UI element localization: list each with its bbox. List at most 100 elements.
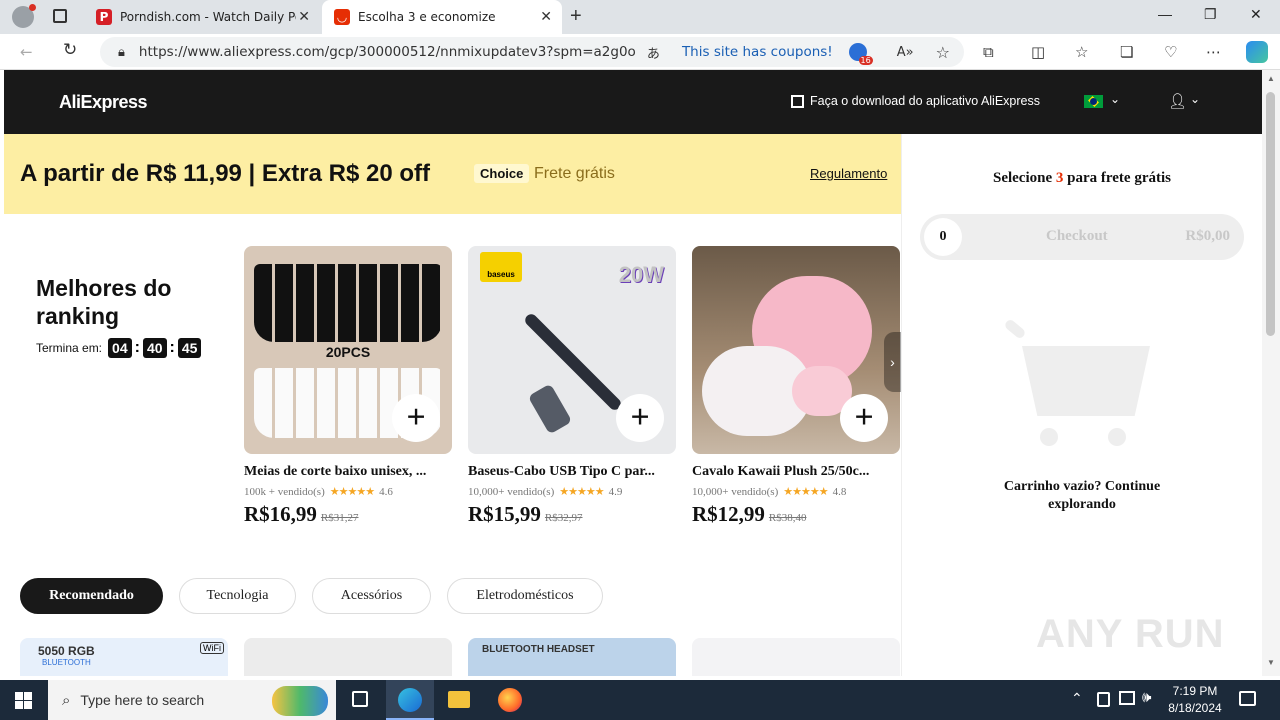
profile-icon[interactable] [12,4,36,28]
windows-start-icon[interactable] [15,692,32,709]
price: R$12,99 [692,502,765,526]
product-image[interactable]: + [692,246,900,454]
banner-headline: A partir de R$ 11,99 | Extra R$ 20 off [20,160,430,187]
scroll-up-icon[interactable]: ▲ [1267,74,1275,83]
copilot-icon[interactable] [1246,41,1268,63]
minimize-icon[interactable]: — [1158,6,1172,22]
tab-recomendado[interactable]: Recomendado [20,578,163,614]
notifications-icon[interactable] [1239,691,1256,706]
rating-stars-icon: ★★★★★ [559,486,604,498]
empty-cart-icon [1003,318,1154,454]
ranking-title: Melhores do ranking [36,275,172,329]
product-image[interactable]: 20PCS + [244,246,452,454]
product-image-label: 20PCS [325,344,371,360]
qr-icon [791,95,804,108]
product-title[interactable]: Meias de corte baixo unisex, ... [244,464,452,480]
tab-aliexpress[interactable]: ◡ Escolha 3 e economize ✕ [322,0,562,34]
time: 7:19 PM [1172,684,1218,698]
back-icon[interactable]: ← [20,43,33,61]
close-tab-icon[interactable]: ✕ [540,9,552,25]
user-icon[interactable]: 👤︎ [1168,92,1187,110]
coupon-icon[interactable]: 16 [848,43,873,65]
favorites-icon[interactable]: ☆ [1075,43,1088,61]
tab-acessorios[interactable]: Acessórios [312,578,431,614]
old-price: R$32,97 [544,512,583,524]
checkout-button[interactable]: Checkout [1046,228,1108,245]
chevron-down-icon[interactable]: ⌄ [1190,92,1200,106]
more-menu-icon[interactable]: ⋯ [1206,43,1221,61]
thumb-label: BLUETOOTH HEADSET [482,644,595,655]
search-highlight-icon [272,686,328,716]
product-image[interactable]: baseus 20W + [468,246,676,454]
restore-icon[interactable]: ❐ [1204,6,1217,23]
chevron-down-icon[interactable]: ⌄ [1110,92,1120,106]
tab-tecnologia[interactable]: Tecnologia [179,578,296,614]
countdown-minutes: 40 [142,338,167,358]
promo-banner: A partir de R$ 11,99 | Extra R$ 20 off C… [4,134,901,214]
close-window-icon[interactable]: ✕ [1250,6,1262,23]
translate-icon[interactable]: あ [647,43,660,62]
edge-taskbar-icon[interactable] [386,680,434,720]
product-card[interactable]: baseus 20W + Baseus-Cabo USB Tipo C par.… [468,246,676,527]
refresh-icon[interactable]: ↻ [63,40,77,60]
price: R$15,99 [468,502,541,526]
volume-icon[interactable]: 🕪︎ [1142,689,1151,706]
product-title[interactable]: Cavalo Kawaii Plush 25/50c... [692,464,900,480]
scrollbar-thumb[interactable] [1266,92,1275,336]
product-card[interactable]: + Cavalo Kawaii Plush 25/50c... 10,000+ … [692,246,900,527]
product-title[interactable]: Baseus-Cabo USB Tipo C par... [468,464,676,480]
baseus-logo: baseus [480,252,522,282]
scroll-down-icon[interactable]: ▼ [1267,658,1275,667]
countdown-seconds: 45 [177,338,202,358]
sold-count: 100k + vendido(s) [244,485,325,498]
product-thumb[interactable] [692,638,900,676]
favorite-star-icon[interactable]: ☆ [936,43,950,62]
aliexpress-logo[interactable]: AliExpress [59,92,148,113]
file-explorer-icon[interactable] [448,691,470,708]
firefox-icon[interactable] [498,688,522,712]
cart-title-num: 3 [1055,170,1064,186]
rating: 4.6 [379,485,393,498]
brazil-flag-icon[interactable] [1084,95,1103,108]
new-tab-icon[interactable]: + [570,5,582,28]
browser-essentials-icon[interactable]: ♡ [1164,43,1177,61]
collections-icon[interactable]: ❏ [1120,43,1133,61]
free-shipping-text: Frete grátis [534,165,615,182]
address-bar[interactable]: 🔒︎ https://www.aliexpress.com/gcp/300000… [100,37,964,67]
add-to-cart-button[interactable]: + [616,394,664,442]
cart-panel: Selecione 3 para frete grátis 0 Checkout… [901,134,1262,676]
add-to-cart-button[interactable]: + [392,394,440,442]
product-card[interactable]: 20PCS + Meias de corte baixo unisex, ...… [244,246,452,527]
network-icon[interactable] [1119,691,1135,705]
product-thumb[interactable] [244,638,452,676]
page-scrollbar[interactable]: ▲ ▼ [1262,70,1280,676]
rating-stars-icon: ★★★★★ [783,486,828,498]
extensions-icon[interactable]: ⧉ [983,43,994,61]
carousel-next-button[interactable]: › [884,332,901,392]
cart-count: 0 [924,218,962,256]
rules-link[interactable]: Regulamento [810,166,887,181]
clock[interactable]: 7:19 PM 8/18/2024 [1166,683,1224,717]
battery-icon[interactable] [1097,692,1110,707]
chevron-up-icon[interactable]: ⌃ [1071,690,1083,707]
product-thumb[interactable]: BLUETOOTH HEADSET [468,638,676,676]
close-tab-icon[interactable]: ✕ [298,9,310,25]
download-app-link[interactable]: Faça o download do aplicativo AliExpress [810,94,1040,108]
taskbar-search[interactable]: ⌕ Type here to search [48,680,336,720]
thumb-sublabel: BLUETOOTH [42,658,91,667]
tab-porndish[interactable]: P Porndish.com - Watch Daily Porn ✕ [86,0,320,34]
wifi-badge: WiFi [200,642,224,654]
tab-eletrodomesticos[interactable]: Eletrodomésticos [447,578,603,614]
coupon-text[interactable]: This site has coupons! [682,44,833,60]
checkout-bar[interactable]: 0 Checkout R$0,00 [920,214,1244,260]
split-screen-icon[interactable]: ◫ [1031,43,1045,61]
countdown-hours: 04 [108,338,132,358]
product-thumb[interactable]: 5050 RGB BLUETOOTH WiFi [20,638,228,676]
browser-toolbar: ← ↻ 🔒︎ https://www.aliexpress.com/gcp/30… [0,34,1280,70]
read-aloud-icon[interactable]: A» [897,45,914,60]
tab-actions-icon[interactable] [53,9,67,23]
task-view-icon[interactable] [352,691,368,707]
add-to-cart-button[interactable]: + [840,394,888,442]
tab-title: Escolha 3 e economize [358,10,496,24]
p-favicon-icon: P [96,9,112,25]
